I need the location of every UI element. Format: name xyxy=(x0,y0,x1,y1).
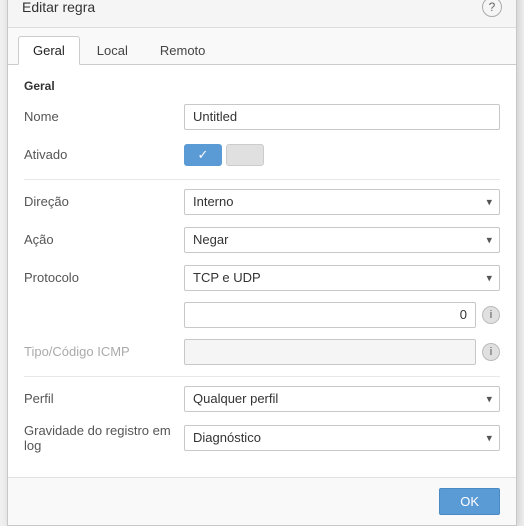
tab-bar: Geral Local Remoto xyxy=(8,28,516,65)
tipo-codigo-input[interactable] xyxy=(184,339,476,365)
nome-label: Nome xyxy=(24,109,184,124)
toggle-off[interactable] xyxy=(226,144,264,166)
divider-1 xyxy=(24,179,500,180)
nome-control xyxy=(184,104,500,130)
dialog-title: Editar regra xyxy=(22,0,95,15)
tipo-codigo-row: Tipo/Código ICMP i xyxy=(24,338,500,366)
perfil-select[interactable]: Qualquer perfil Domínio Privado Público xyxy=(184,386,500,412)
nome-row: Nome xyxy=(24,103,500,131)
tab-geral[interactable]: Geral xyxy=(18,36,80,65)
direcao-label: Direção xyxy=(24,194,184,209)
acao-select[interactable]: Negar Permitir xyxy=(184,227,500,253)
perfil-select-wrapper: Qualquer perfil Domínio Privado Público … xyxy=(184,386,500,412)
gravidade-label: Gravidade do registro em log xyxy=(24,423,184,453)
num-input-container: i xyxy=(184,302,500,328)
toggle-on[interactable] xyxy=(184,144,222,166)
dialog-footer: OK xyxy=(8,477,516,525)
dialog-body: Geral Nome Ativado Direção Interno Exter… xyxy=(8,65,516,477)
ativado-row: Ativado xyxy=(24,141,500,169)
gravidade-select-wrapper: Diagnóstico Informação Aviso Erro ▾ xyxy=(184,425,500,451)
edit-rule-dialog: Editar regra ? Geral Local Remoto Geral … xyxy=(7,0,517,526)
ok-button[interactable]: OK xyxy=(439,488,500,515)
ativado-label: Ativado xyxy=(24,147,184,162)
direcao-select[interactable]: Interno Externo Ambos xyxy=(184,189,500,215)
protocolo-select[interactable]: TCP e UDP TCP UDP ICMP xyxy=(184,265,500,291)
protocolo-select-wrapper: TCP e UDP TCP UDP ICMP ▾ xyxy=(184,265,500,291)
tab-remoto[interactable]: Remoto xyxy=(145,36,221,64)
ativado-toggle-container xyxy=(184,144,264,166)
tipo-codigo-container: i xyxy=(184,339,500,365)
protocolo-label: Protocolo xyxy=(24,270,184,285)
acao-row: Ação Negar Permitir ▾ xyxy=(24,226,500,254)
gravidade-select[interactable]: Diagnóstico Informação Aviso Erro xyxy=(184,425,500,451)
divider-2 xyxy=(24,376,500,377)
section-label: Geral xyxy=(24,79,500,93)
help-icon[interactable]: ? xyxy=(482,0,502,17)
direcao-row: Direção Interno Externo Ambos ▾ xyxy=(24,188,500,216)
perfil-row: Perfil Qualquer perfil Domínio Privado P… xyxy=(24,385,500,413)
protocolo-row: Protocolo TCP e UDP TCP UDP ICMP ▾ xyxy=(24,264,500,292)
tab-local[interactable]: Local xyxy=(82,36,143,64)
nome-input[interactable] xyxy=(184,104,500,130)
acao-select-wrapper: Negar Permitir ▾ xyxy=(184,227,500,253)
dialog-header: Editar regra ? xyxy=(8,0,516,28)
num-input[interactable] xyxy=(184,302,476,328)
num-row: i xyxy=(184,302,500,328)
perfil-label: Perfil xyxy=(24,391,184,406)
gravidade-row: Gravidade do registro em log Diagnóstico… xyxy=(24,423,500,453)
num-info-icon[interactable]: i xyxy=(482,306,500,324)
tipo-codigo-info-icon[interactable]: i xyxy=(482,343,500,361)
direcao-select-wrapper: Interno Externo Ambos ▾ xyxy=(184,189,500,215)
acao-label: Ação xyxy=(24,232,184,247)
tipo-codigo-label: Tipo/Código ICMP xyxy=(24,344,184,359)
